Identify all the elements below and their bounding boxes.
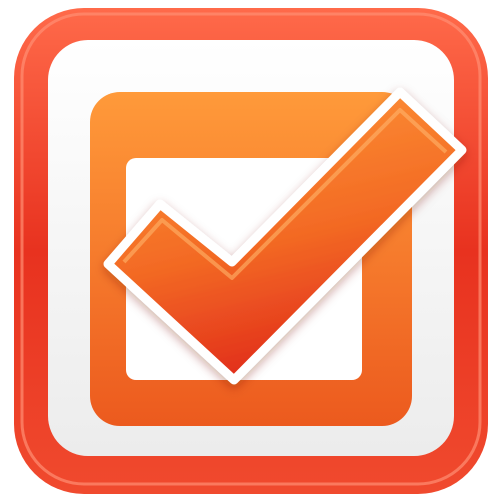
checkbox-app-icon bbox=[0, 0, 502, 502]
checkbox-checked-icon bbox=[14, 8, 488, 494]
